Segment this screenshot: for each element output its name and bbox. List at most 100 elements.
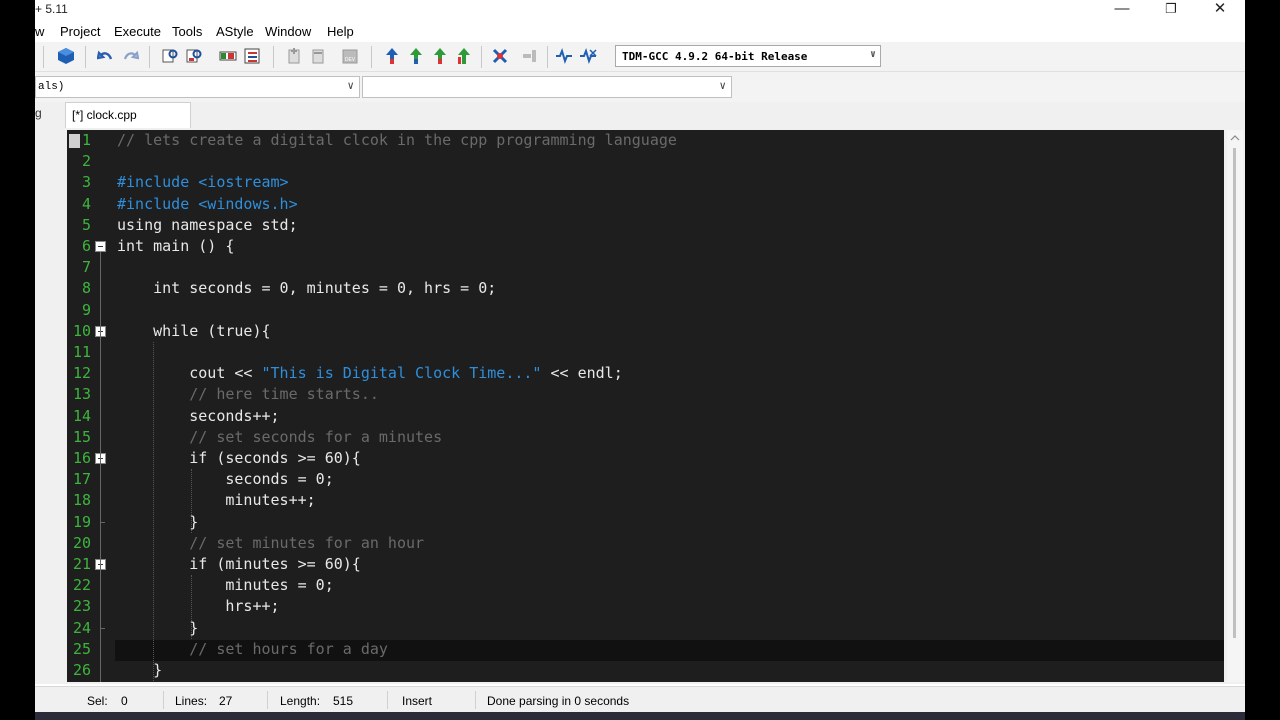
code-token: } (117, 512, 199, 531)
code-line[interactable]: minutes++; (117, 490, 315, 511)
redo-icon[interactable] (121, 47, 139, 65)
menu-execute[interactable]: Execute (114, 24, 161, 39)
code-line[interactable]: using namespace std; (117, 215, 298, 236)
tab-clock-cpp[interactable]: [*] clock.cpp (65, 102, 191, 128)
line-number: 15 (72, 427, 91, 446)
status-separator (475, 691, 476, 709)
fold-toggle-icon[interactable] (95, 241, 106, 252)
code-line[interactable]: // set minutes for an hour (117, 533, 424, 554)
line-number: 12 (72, 364, 91, 383)
stop-execution-icon[interactable] (521, 47, 539, 65)
watch-list-icon[interactable] (243, 47, 261, 65)
side-panel-tab[interactable]: g (35, 106, 42, 120)
code-line[interactable]: minutes = 0; (117, 575, 333, 596)
code-line[interactable]: // here time starts.. (117, 384, 379, 405)
minimize-button[interactable]: — (1099, 0, 1145, 20)
line-number: 18 (72, 491, 91, 510)
close-button[interactable]: ✕ (1197, 0, 1243, 20)
delete-profile-icon[interactable] (579, 47, 597, 65)
code-token: int main () { (117, 237, 235, 255)
code-line[interactable]: hrs++; (117, 596, 279, 617)
code-line[interactable]: seconds = 0; (117, 469, 334, 490)
remove-file-icon[interactable] (309, 47, 327, 65)
menu-astyle[interactable]: AStyle (216, 24, 254, 39)
code-line[interactable]: seconds++; (117, 406, 279, 427)
line-number: 8 (81, 279, 91, 298)
compile-icon[interactable] (383, 47, 401, 65)
line-number: 20 (72, 533, 91, 552)
debug-window-icon[interactable] (219, 47, 237, 65)
code-token: // lets create a digital clcok in the cp… (117, 131, 677, 149)
bookmark-marker (69, 134, 80, 148)
line-number: 19 (72, 512, 91, 531)
code-token: #include <windows.h> (117, 194, 298, 213)
status-message: Done parsing in 0 seconds (487, 694, 630, 708)
line-number: 25 (72, 639, 91, 658)
status-bar: Sel: 0 Lines: 27 Length: 515 Insert Done… (35, 686, 1245, 712)
code-line[interactable]: // set seconds for a minutes (117, 427, 442, 448)
rebuild-all-icon[interactable] (455, 47, 473, 65)
line-number: 6 (81, 237, 91, 255)
code-line[interactable]: // set hours for a day (117, 639, 388, 660)
code-line[interactable]: while (true){ (117, 321, 270, 342)
tab-label: [*] clock.cpp (72, 108, 137, 122)
code-line[interactable]: int main () { (117, 236, 234, 257)
code-line[interactable]: if (minutes >= 60){ (117, 554, 361, 575)
code-token: "This is Digital Clock Time..." (261, 364, 542, 383)
code-token: // set minutes for an hour (117, 533, 425, 552)
code-token: } (117, 618, 199, 637)
replace-icon[interactable] (185, 47, 203, 65)
class-browser-bar: als) ∨ ∨ (35, 72, 1245, 102)
scroll-up-icon[interactable] (1230, 134, 1240, 142)
class-combo[interactable]: als) ∨ (35, 76, 360, 98)
code-line[interactable]: // lets create a digital clcok in the cp… (117, 130, 677, 151)
class-combo-value: als) (38, 81, 65, 93)
code-editor[interactable]: 1 2 3 4 5 6 7 8 9 10 11 12 13 14 15 16 17 18 19 20 21 22 23 24 2… (67, 130, 1224, 682)
code-line[interactable]: } (117, 618, 198, 639)
profile-icon[interactable] (555, 47, 573, 65)
run-icon[interactable] (407, 47, 425, 65)
menu-view[interactable]: w (35, 24, 44, 39)
code-line[interactable]: if (seconds >= 60){ (117, 448, 361, 469)
add-file-icon[interactable] (285, 47, 303, 65)
compile-run-icon[interactable] (57, 47, 75, 65)
project-options-icon[interactable]: DEV (341, 47, 359, 65)
vertical-scrollbar[interactable] (1227, 130, 1243, 682)
line-number: 7 (81, 258, 91, 277)
code-token: seconds = 0; (117, 470, 334, 489)
line-number: 14 (72, 406, 91, 425)
compiler-select[interactable]: TDM-GCC 4.9.2 64-bit Release ∨ (615, 45, 881, 67)
status-separator (387, 691, 388, 709)
code-line[interactable]: #include <windows.h> (117, 194, 298, 215)
compile-and-run-icon[interactable] (431, 47, 449, 65)
line-number: 17 (72, 470, 91, 489)
line-number: 13 (72, 385, 91, 404)
code-line[interactable]: int seconds = 0, minutes = 0, hrs = 0; (117, 278, 496, 299)
lines-value: 27 (219, 694, 233, 708)
menu-project[interactable]: Project (60, 24, 100, 39)
menu-window[interactable]: Window (265, 24, 311, 39)
menu-help[interactable]: Help (327, 24, 354, 39)
toolbar: DEV TDM-GCC 4.9.2 64-bit Release ∨ (35, 42, 1245, 72)
svg-text:DEV: DEV (345, 57, 356, 63)
menu-tools[interactable]: Tools (172, 24, 202, 39)
code-line[interactable]: } (117, 512, 198, 533)
find-icon[interactable] (161, 47, 179, 65)
window-title: + 5.11 (35, 2, 68, 16)
code-line[interactable]: } (117, 660, 162, 681)
scrollbar-thumb[interactable] (1233, 148, 1236, 638)
title-bar: + 5.11 — ❐ ✕ (35, 0, 1245, 20)
line-number: 21 (72, 555, 91, 573)
code-line[interactable]: #include <iostream> (117, 172, 289, 193)
left-screen-edge (0, 0, 35, 720)
restore-button[interactable]: ❐ (1148, 0, 1194, 20)
menu-bar: w Project Execute Tools AStyle Window He… (35, 20, 1245, 42)
member-combo[interactable]: ∨ (362, 76, 732, 98)
line-number: 26 (72, 661, 91, 679)
line-number: 2 (81, 152, 91, 171)
debug-icon[interactable] (491, 47, 509, 65)
code-token: #include <iostream> (117, 173, 289, 192)
code-line[interactable]: cout << "This is Digital Clock Time..." … (117, 363, 623, 384)
compiler-select-value: TDM-GCC 4.9.2 64-bit Release (622, 50, 808, 63)
undo-icon[interactable] (97, 47, 115, 65)
